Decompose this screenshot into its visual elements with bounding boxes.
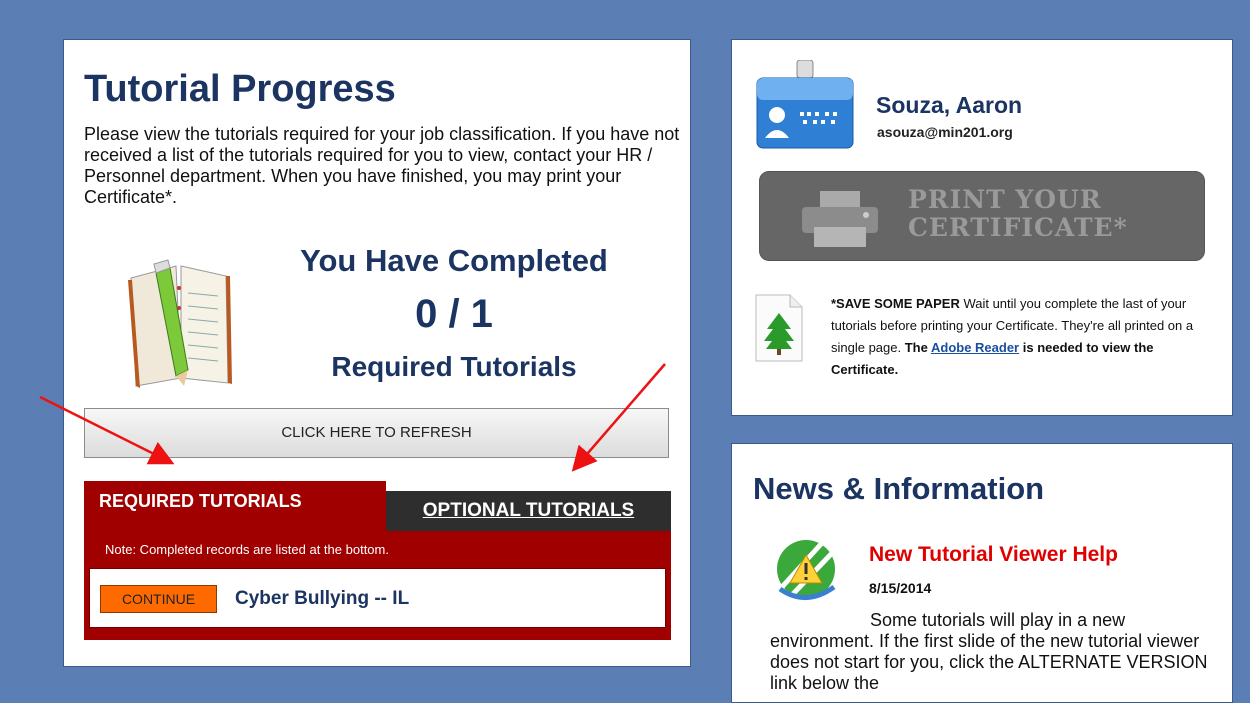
news-item-body: Some tutorials will play in a new enviro… bbox=[770, 610, 1208, 693]
user-name: Souza, Aaron bbox=[876, 92, 1023, 118]
refresh-button[interactable]: CLICK HERE TO REFRESH bbox=[84, 408, 669, 458]
tab-optional-tutorials[interactable]: OPTIONAL TUTORIALS bbox=[386, 491, 671, 531]
tree-document-icon bbox=[755, 294, 803, 362]
id-badge-icon bbox=[756, 60, 854, 149]
user-panel: Souza, Aaron asouza@min201.org PRINT YOU… bbox=[731, 39, 1233, 416]
tutorial-tabs: REQUIRED TUTORIALS OPTIONAL TUTORIALS No… bbox=[84, 481, 671, 640]
completed-heading: You Have Completed bbox=[300, 243, 608, 278]
page-title: Tutorial Progress bbox=[84, 68, 396, 110]
news-panel: News & Information New Tutorial Viewer H… bbox=[731, 443, 1233, 703]
tab-required-tutorials[interactable]: REQUIRED TUTORIALS bbox=[84, 481, 386, 531]
news-item-date: 8/15/2014 bbox=[869, 580, 932, 596]
print-certificate-label: PRINT YOUR CERTIFICATE* bbox=[908, 185, 1128, 242]
print-certificate-button[interactable]: PRINT YOUR CERTIFICATE* bbox=[759, 171, 1205, 261]
adobe-reader-link[interactable]: Adobe Reader bbox=[931, 340, 1019, 355]
news-item-title[interactable]: New Tutorial Viewer Help bbox=[869, 543, 1118, 567]
intro-text: Please view the tutorials required for y… bbox=[84, 124, 680, 207]
tutorial-title[interactable]: Cyber Bullying -- IL bbox=[235, 588, 409, 610]
printer-icon bbox=[802, 191, 878, 247]
continue-button[interactable]: CONTINUE bbox=[100, 585, 217, 613]
completed-subheading: Required Tutorials bbox=[331, 351, 577, 382]
completed-note: Note: Completed records are listed at th… bbox=[105, 542, 389, 557]
completed-count: 0 / 1 bbox=[415, 292, 493, 336]
tab-content: Note: Completed records are listed at th… bbox=[84, 531, 671, 640]
book-icon bbox=[128, 259, 232, 388]
news-heading: News & Information bbox=[753, 471, 1045, 506]
user-email: asouza@min201.org bbox=[877, 124, 1013, 140]
save-paper-note: *SAVE SOME PAPER Wait until you complete… bbox=[831, 296, 1194, 377]
tutorial-row: CONTINUE Cyber Bullying -- IL bbox=[89, 568, 666, 628]
tutorial-progress-panel: Tutorial Progress Please view the tutori… bbox=[63, 39, 691, 667]
warning-icon bbox=[777, 540, 836, 600]
